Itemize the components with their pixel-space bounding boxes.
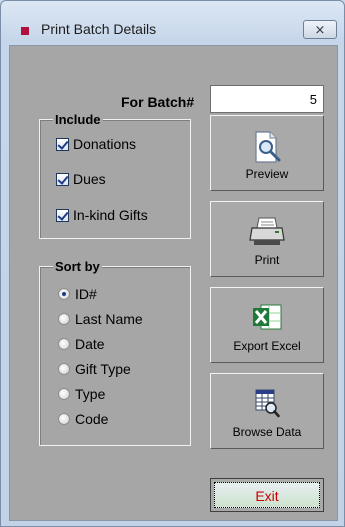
export-excel-label: Export Excel xyxy=(233,339,301,353)
sort-by-legend: Sort by xyxy=(53,259,102,274)
excel-icon xyxy=(253,304,282,330)
batch-number-input[interactable] xyxy=(210,85,324,113)
checkbox-checked-icon xyxy=(56,172,69,186)
window-title: Print Batch Details xyxy=(41,21,157,37)
sort-option-label: ID# xyxy=(75,286,97,302)
exit-button[interactable]: Exit xyxy=(210,478,324,512)
print-button[interactable]: Print xyxy=(210,201,324,277)
sort-option-gift-type[interactable]: Gift Type xyxy=(58,361,131,377)
include-dues-label: Dues xyxy=(73,171,106,187)
include-donations-label: Donations xyxy=(73,136,137,152)
batch-label: For Batch# xyxy=(121,94,195,110)
exit-label: Exit xyxy=(214,482,320,508)
magnifier-document-icon xyxy=(255,131,281,163)
browse-table-icon xyxy=(255,389,280,418)
checkbox-checked-icon xyxy=(56,208,69,222)
radio-empty-icon xyxy=(58,363,70,375)
sort-option-label: Last Name xyxy=(75,311,143,327)
print-label: Print xyxy=(254,253,280,267)
sort-option-type[interactable]: Type xyxy=(58,386,105,402)
sort-option-label: Type xyxy=(75,386,106,402)
print-batch-details-window: Print Batch Details ⨯ For Batch# Include… xyxy=(0,0,345,527)
radio-empty-icon xyxy=(58,388,70,400)
checkbox-checked-icon xyxy=(56,137,69,151)
close-button[interactable]: ⨯ xyxy=(303,20,337,39)
include-legend: Include xyxy=(53,112,103,127)
preview-label: Preview xyxy=(245,167,289,181)
sort-option-code[interactable]: Code xyxy=(58,411,108,427)
sort-option-label: Gift Type xyxy=(75,361,131,377)
radio-empty-icon xyxy=(58,413,70,425)
sort-option-label: Code xyxy=(75,411,109,427)
title-bar[interactable]: Print Batch Details ⨯ xyxy=(1,1,344,39)
printer-icon xyxy=(249,217,285,245)
sort-option-id[interactable]: ID# xyxy=(58,286,97,302)
sort-option-last-name[interactable]: Last Name xyxy=(58,311,143,327)
include-inkind-gifts-label: In-kind Gifts xyxy=(73,207,148,223)
radio-empty-icon xyxy=(58,338,70,350)
sort-option-label: Date xyxy=(75,336,105,352)
include-donations-checkbox[interactable]: Donations xyxy=(56,136,136,152)
include-dues-checkbox[interactable]: Dues xyxy=(56,171,106,187)
browse-data-label: Browse Data xyxy=(232,425,302,439)
export-excel-button[interactable]: Export Excel xyxy=(210,287,324,363)
include-inkind-gifts-checkbox[interactable]: In-kind Gifts xyxy=(56,207,148,223)
sort-option-date[interactable]: Date xyxy=(58,336,105,352)
browse-data-button[interactable]: Browse Data xyxy=(210,373,324,449)
radio-empty-icon xyxy=(58,313,70,325)
radio-selected-icon xyxy=(58,288,70,300)
app-icon xyxy=(21,27,29,35)
preview-button[interactable]: Preview xyxy=(210,115,324,191)
